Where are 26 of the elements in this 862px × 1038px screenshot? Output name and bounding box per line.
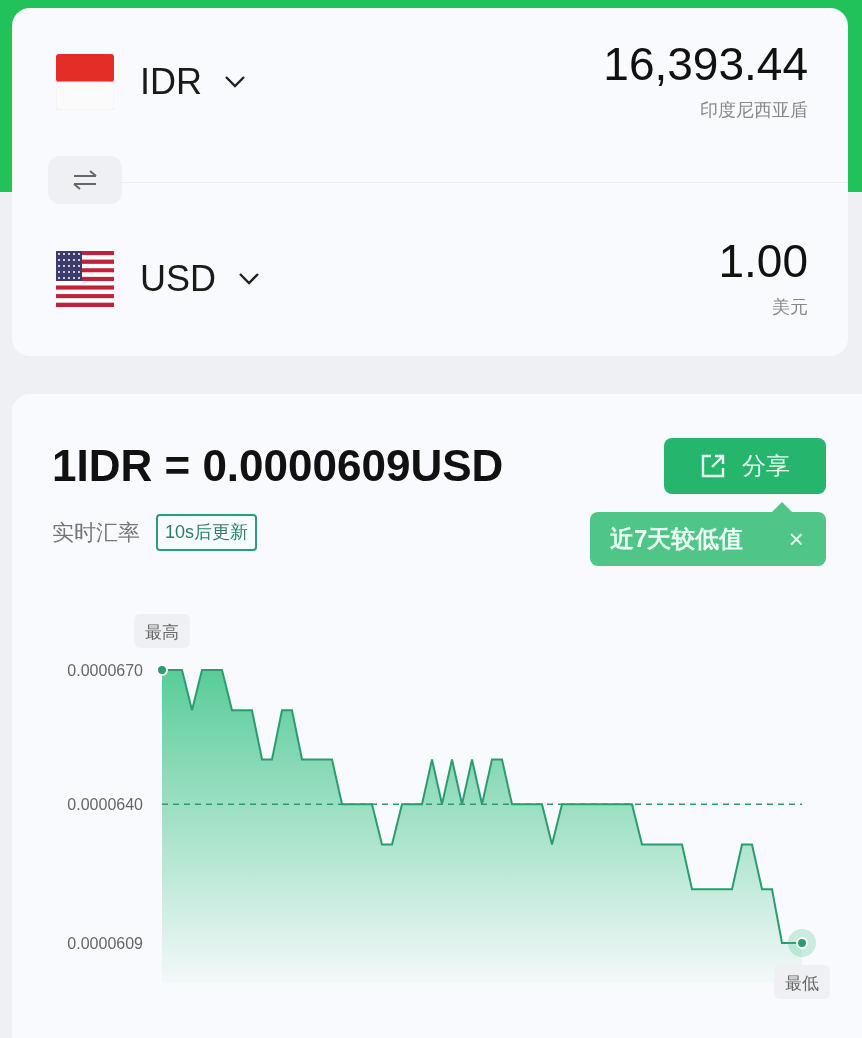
flag-icon [56,251,114,307]
annotation: 最高 [145,623,179,642]
tooltip-text: 近7天较低值 [610,524,744,554]
data-point [156,664,168,676]
low-label: 最低 [774,965,830,999]
swap-button[interactable] [48,156,122,204]
chevron-down-icon [224,75,246,89]
high-label: 最高 [134,614,190,648]
exchange-rate-title: 1IDR = 0.0000609USD [52,444,504,488]
low-point-halo [788,929,816,957]
share-icon [700,453,726,479]
annotation: 最低 [785,974,819,993]
realtime-rate-label: 实时汇率 [52,519,140,547]
amount-value: 1.00 [718,237,808,284]
y-axis-label: 0.0000670 [67,662,143,679]
data-point [796,937,808,949]
currency-name: 美元 [772,295,808,319]
chevron-down-icon [238,272,260,286]
currency-selector[interactable]: IDR [140,55,246,109]
amount-value: 16,393.44 [603,40,808,87]
currency-selector[interactable]: USD [140,252,260,306]
y-axis-label: 0.0000609 [67,935,143,952]
refresh-timer-badge: 10s后更新 [156,514,258,551]
y-axis-label: 0.0000640 [67,796,143,814]
flag-icon [56,54,114,110]
currency-name: 印度尼西亚盾 [700,98,808,122]
